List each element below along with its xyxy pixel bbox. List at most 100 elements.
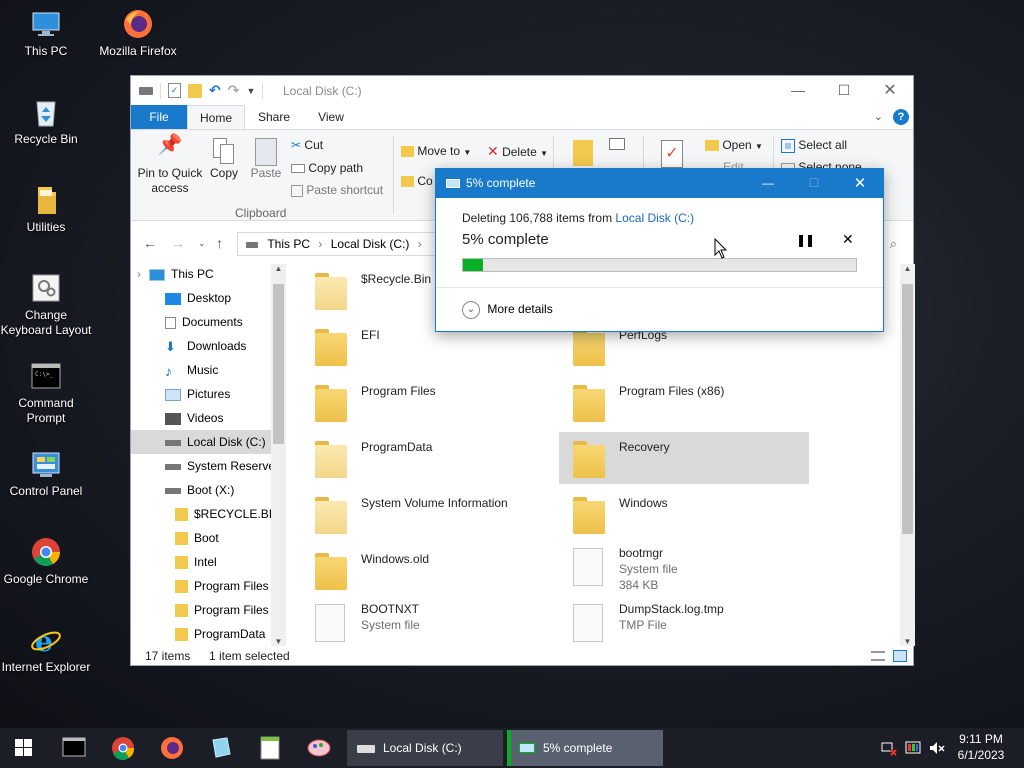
scroll-up-icon[interactable]: ▲ (900, 264, 915, 273)
desktop-icon-utilities[interactable]: Utilities (0, 184, 92, 235)
desktop-icon-internet-explorer[interactable]: e Internet Explorer (0, 624, 92, 675)
file-item[interactable]: Program Files (301, 376, 551, 428)
details-view-icon[interactable] (871, 651, 885, 661)
pause-button[interactable]: ❚❚ (796, 233, 815, 247)
forward-button[interactable]: → (171, 235, 185, 251)
file-item[interactable]: BOOTNXT System file (301, 600, 551, 644)
close-button[interactable]: ✕ (867, 76, 913, 105)
properties-icon[interactable]: ✓ (168, 83, 181, 98)
nav-item[interactable]: ⬇ Downloads (131, 334, 271, 358)
tray-display-icon[interactable] (904, 740, 922, 760)
up-button[interactable]: ↑ (216, 235, 223, 251)
pin-to-quick-access-button[interactable]: 📌 Pin to Quick access (137, 135, 203, 196)
nav-item[interactable]: Videos (131, 406, 271, 430)
navigation-pane-scrollbar[interactable]: ▲ ▼ (271, 264, 286, 646)
tab-home[interactable]: Home (187, 105, 245, 129)
nav-item[interactable]: Program Files (131, 574, 271, 598)
deleting-source-link[interactable]: Local Disk (C:) (615, 211, 694, 225)
file-item[interactable]: Recovery (559, 432, 809, 484)
nav-item[interactable]: Local Disk (C:) (131, 430, 271, 454)
more-details-button[interactable]: ⌄ More details (462, 301, 553, 319)
dialog-minimize-button[interactable]: — (745, 169, 791, 198)
file-item[interactable]: Windows.old (301, 544, 551, 596)
desktop-icon-command-prompt[interactable]: C:\>_ Command Prompt (0, 360, 92, 426)
desktop-icon-change-keyboard-layout[interactable]: Change Keyboard Layout (0, 272, 92, 338)
expand-chevron-icon[interactable]: › (137, 262, 141, 286)
back-button[interactable]: ← (143, 235, 157, 251)
nav-item[interactable]: ProgramData (131, 622, 271, 646)
paste-shortcut-button[interactable]: Paste shortcut (291, 183, 383, 198)
scroll-down-icon[interactable]: ▼ (271, 637, 286, 646)
scroll-down-icon[interactable]: ▼ (900, 637, 915, 646)
paste-button[interactable]: Paste (249, 138, 283, 181)
cancel-button[interactable]: ✕ (842, 231, 854, 248)
tab-view[interactable]: View (303, 105, 359, 129)
open-button[interactable]: Open ▼ (705, 138, 763, 154)
move-to-button[interactable]: Move to ▼ (401, 144, 471, 160)
nav-item[interactable]: ♪ Music (131, 358, 271, 382)
delete-button[interactable]: ✕ Delete ▼ (487, 144, 548, 161)
taskbar-app-notepad[interactable] (248, 728, 292, 768)
nav-item[interactable]: › This PC (131, 262, 271, 286)
clock[interactable]: 9:11 PM 6/1/2023 (950, 731, 1012, 763)
desktop-icon-recycle-bin[interactable]: Recycle Bin (0, 96, 92, 147)
taskbar-task-progress[interactable]: 5% complete (507, 730, 663, 766)
copy-path-button[interactable]: Copy path (291, 161, 363, 176)
scrollbar-thumb[interactable] (902, 284, 913, 534)
help-icon[interactable]: ? (893, 109, 909, 125)
desktop-icon-google-chrome[interactable]: Google Chrome (0, 536, 92, 587)
ribbon-collapse-icon[interactable]: ⌄ (874, 110, 883, 123)
search-icon[interactable]: ⌕ (890, 236, 897, 252)
redo-icon[interactable]: ↷ (228, 82, 240, 99)
nav-item[interactable]: Program Files (131, 598, 271, 622)
file-list-scrollbar[interactable]: ▲ ▼ (900, 264, 915, 646)
taskbar-command-prompt[interactable] (52, 728, 96, 768)
file-item[interactable]: System Volume Information (301, 488, 551, 540)
dialog-close-button[interactable]: ✕ (837, 169, 883, 198)
tab-share[interactable]: Share (245, 105, 303, 129)
breadcrumb-local-disk[interactable]: Local Disk (C:) (331, 237, 410, 251)
scroll-up-icon[interactable]: ▲ (271, 264, 286, 273)
address-bar[interactable]: This PC › Local Disk (C:) › (237, 232, 437, 256)
file-item[interactable]: DumpStack.log.tmp TMP File (559, 600, 809, 644)
recent-locations-icon[interactable]: ⌄ (198, 238, 206, 249)
file-item[interactable]: Program Files (x86) (559, 376, 809, 428)
new-folder-large-icon[interactable] (573, 140, 593, 166)
dialog-maximize-button[interactable]: ☐ (791, 169, 837, 198)
taskbar-firefox[interactable] (150, 728, 194, 768)
nav-item[interactable]: Pictures (131, 382, 271, 406)
taskbar-chrome[interactable] (101, 728, 145, 768)
desktop-icon-firefox[interactable]: Mozilla Firefox (92, 8, 184, 59)
start-button[interactable] (0, 728, 48, 768)
breadcrumb-this-pc[interactable]: This PC (267, 237, 310, 251)
taskbar-app-cube[interactable] (199, 728, 243, 768)
tab-file[interactable]: File (131, 105, 187, 129)
desktop-icon-this-pc[interactable]: This PC (0, 8, 92, 59)
scrollbar-thumb[interactable] (273, 284, 284, 444)
tray-network-icon[interactable] (880, 740, 898, 760)
select-all-button[interactable]: Select all (781, 138, 847, 153)
properties-large-icon[interactable]: ✓ (661, 140, 683, 168)
qat-dropdown-icon[interactable]: ▼ (246, 86, 255, 96)
nav-item[interactable]: Desktop (131, 286, 271, 310)
large-icons-view-icon[interactable] (893, 650, 907, 662)
minimize-button[interactable]: — (775, 76, 821, 105)
nav-item[interactable]: Boot (131, 526, 271, 550)
file-item[interactable]: bootmgr System file 384 KB (559, 544, 809, 596)
file-item[interactable]: ProgramData (301, 432, 551, 484)
nav-item[interactable]: $RECYCLE.BIN (131, 502, 271, 526)
nav-item[interactable]: Intel (131, 550, 271, 574)
nav-item[interactable]: Boot (X:) (131, 478, 271, 502)
maximize-button[interactable]: ☐ (821, 76, 867, 105)
nav-item[interactable]: System Reserve (131, 454, 271, 478)
nav-item[interactable]: Documents (131, 310, 271, 334)
new-folder-icon[interactable] (188, 83, 202, 98)
taskbar-app-paint[interactable] (297, 728, 341, 768)
tray-volume-muted-icon[interactable] (928, 740, 946, 760)
file-item[interactable]: Windows (559, 488, 809, 540)
copy-button[interactable]: Copy (207, 138, 241, 181)
undo-icon[interactable]: ↶ (209, 82, 221, 99)
taskbar-task-explorer[interactable]: Local Disk (C:) (347, 730, 503, 766)
cut-button[interactable]: ✂ Cut (291, 138, 323, 153)
new-item-icon[interactable] (609, 138, 625, 150)
